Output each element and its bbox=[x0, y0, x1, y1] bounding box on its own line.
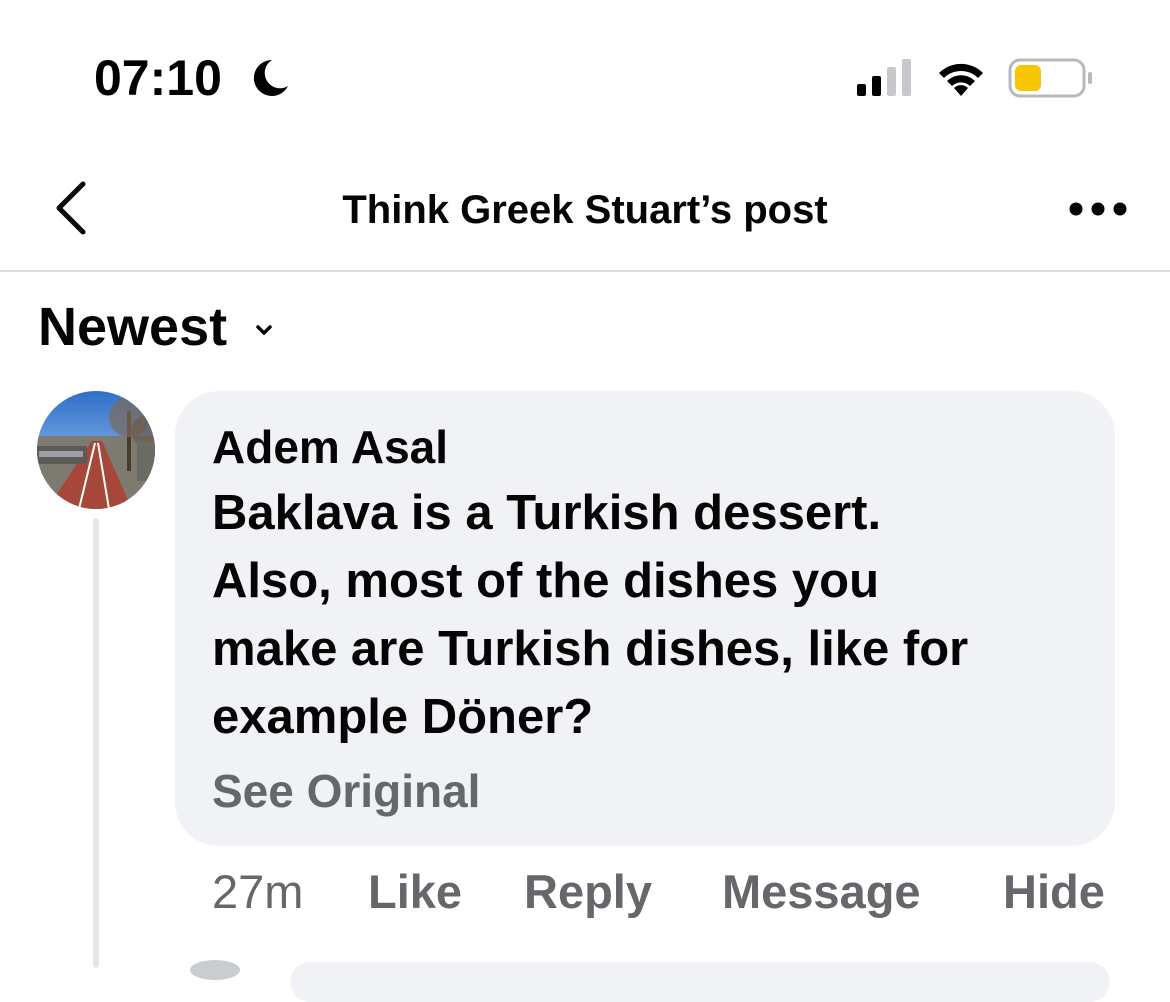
comment-timestamp: 27m bbox=[212, 865, 304, 918]
reply-button[interactable]: Reply bbox=[524, 862, 652, 922]
avatar[interactable] bbox=[37, 391, 155, 509]
see-original-link[interactable]: See Original bbox=[212, 761, 480, 821]
like-button[interactable]: Like bbox=[368, 862, 462, 922]
battery-icon bbox=[1008, 58, 1092, 98]
next-reply-avatar[interactable] bbox=[190, 960, 240, 980]
next-reply-bubble bbox=[290, 962, 1110, 1002]
page-title: Think Greek Stuart’s post bbox=[342, 188, 828, 232]
thread-line bbox=[93, 518, 99, 968]
chevron-left-icon bbox=[56, 181, 86, 235]
status-time: 07:10 bbox=[94, 50, 222, 106]
more-dots-icon bbox=[1069, 202, 1127, 216]
chevron-down-icon bbox=[256, 325, 272, 335]
avatar-photo bbox=[37, 391, 155, 509]
sort-label: Newest bbox=[38, 297, 228, 357]
moon-icon bbox=[253, 59, 288, 96]
comment-text: Baklava is a Turkish dessert. Also, most… bbox=[212, 486, 969, 744]
status-bar: 07:10 bbox=[0, 0, 1170, 150]
more-options-button[interactable] bbox=[1058, 184, 1138, 234]
nav-header: Think Greek Stuart’s post bbox=[0, 150, 1170, 272]
sort-selector[interactable]: Newest bbox=[38, 296, 273, 358]
comment-author[interactable]: Adem Asal bbox=[212, 419, 448, 475]
back-button[interactable] bbox=[40, 176, 100, 240]
message-button[interactable]: Message bbox=[722, 862, 921, 922]
comment-bubble: Adem Asal Baklava is a Turkish dessert. … bbox=[175, 391, 1115, 846]
hide-button[interactable]: Hide bbox=[1003, 862, 1105, 922]
signal-icon bbox=[857, 59, 911, 96]
wifi-icon bbox=[939, 63, 983, 96]
